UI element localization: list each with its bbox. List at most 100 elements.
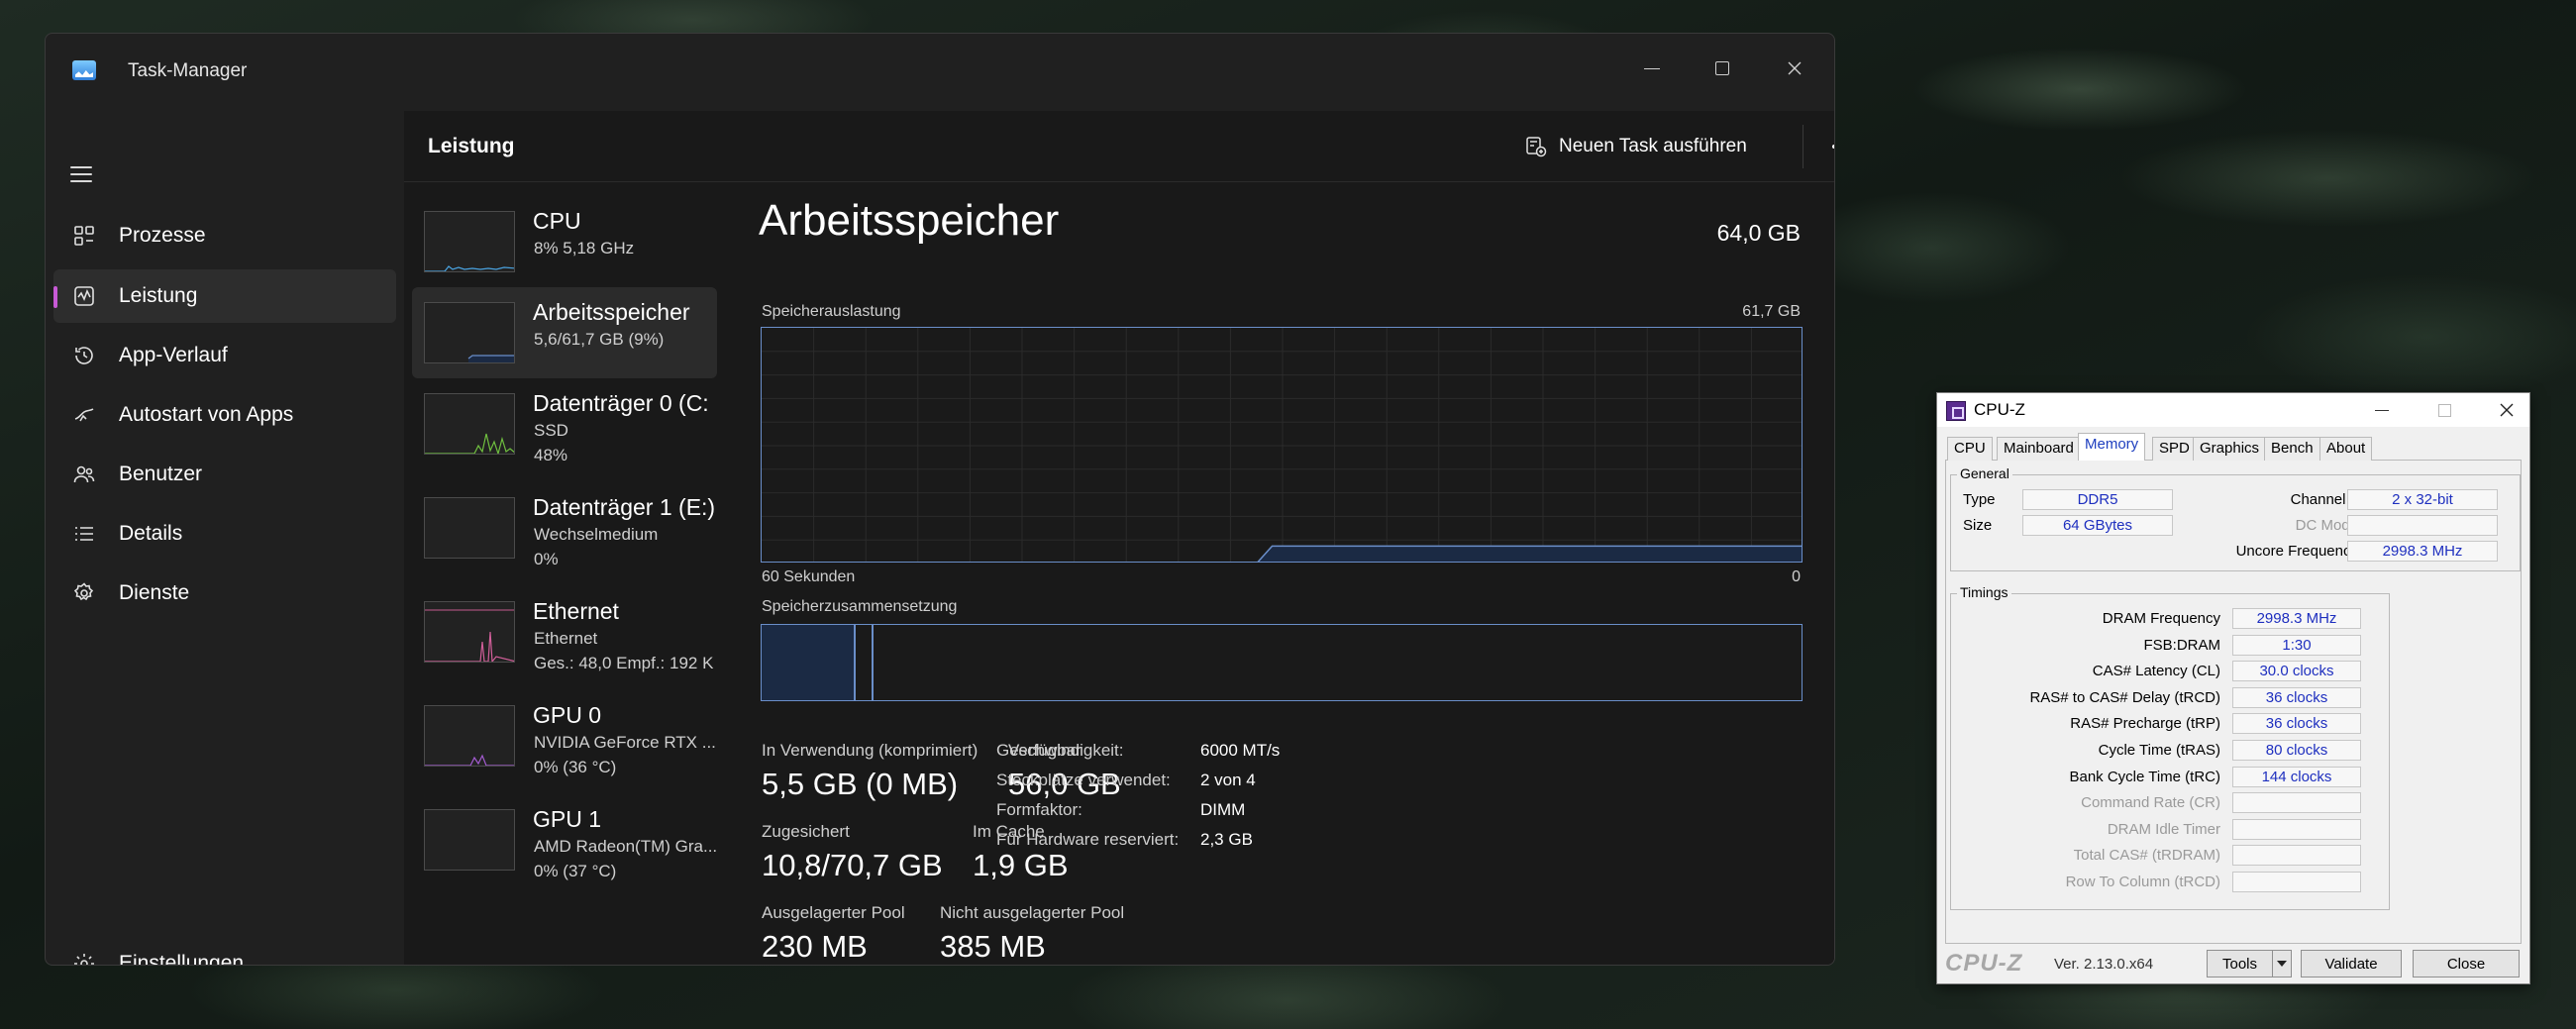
perf-item-detail: 5,6/61,7 GB (9%) [534,330,665,349]
composition-in-use [762,625,856,700]
cpuz-tab-bar: CPU Mainboard Memory SPD Graphics Bench … [1945,433,2522,462]
nav-item-dienste[interactable]: Dienste [53,566,396,620]
timing-value: 144 clocks [2232,766,2361,787]
run-new-task-button[interactable]: Neuen Task ausführen [1525,126,1747,167]
perf-item-memory[interactable]: Arbeitsspeicher 5,6/61,7 GB (9%) [412,287,717,378]
detail-title: Arbeitsspeicher [759,196,1060,245]
paged-pool-label: Ausgelagerter Pool [762,903,905,922]
nav-item-leistung[interactable]: Leistung [53,269,396,323]
in-use-label: In Verwendung (komprimiert) [762,741,979,760]
gpu-1-thumbnail-graph [424,809,515,871]
close-dialog-button[interactable]: Close [2413,950,2520,978]
run-new-task-label: Neuen Task ausführen [1559,136,1747,156]
tab-cpu[interactable]: CPU [1947,437,1993,461]
perf-item-name: GPU 1 [533,806,602,832]
maximize-icon [1715,61,1729,75]
window-title: Task-Manager [128,60,248,81]
tools-button[interactable]: Tools [2207,950,2273,978]
perf-item-name: Arbeitsspeicher [533,299,690,325]
timing-label: DRAM Frequency [2102,610,2220,627]
nav-label-app-verlauf: App-Verlauf [119,344,228,366]
spec-value: 2,3 GB [1200,830,1253,849]
spec-value: DIMM [1200,800,1246,819]
committed-value: 10,8/70,7 GB [762,848,943,882]
nav-item-einstellungen[interactable]: Einstellungen [53,937,396,966]
perf-item-name: CPU [533,208,581,234]
gear-icon [69,949,99,965]
perf-item-gpu-1[interactable]: GPU 1 AMD Radeon(TM) Gra... 0% (37 °C) [412,794,717,885]
nav-label-details: Details [119,522,183,545]
minimize-button[interactable] [1635,51,1669,85]
memory-usage-graph [761,327,1803,563]
perf-item-disk-0[interactable]: Datenträger 0 (C: SSD 48% [412,378,717,469]
tab-mainboard[interactable]: Mainboard [1997,437,2081,461]
nav-item-benutzer[interactable]: Benutzer [53,448,396,501]
services-icon [69,578,99,608]
paged-pool-value: 230 MB [762,929,868,964]
tab-bench[interactable]: Bench [2264,437,2320,461]
timings-group: Timings DRAM Frequency 2998.3 MHz FSB:DRAM… [1950,584,2390,910]
nav-item-app-verlauf[interactable]: App-Verlauf [53,329,396,382]
main-content: Leistung Neuen Task ausführen CPU 8% 5,1… [404,111,1834,965]
perf-item-name: Datenträger 0 (C: [533,390,709,416]
perf-item-detail: NVIDIA GeForce RTX ... [534,733,716,752]
cpu-thumbnail-graph [424,211,515,272]
cpuz-minimize-button[interactable] [2359,393,2405,427]
timing-label: DRAM Idle Timer [2107,820,2220,838]
minimize-icon [1644,67,1660,69]
perf-item-disk-1[interactable]: Datenträger 1 (E:) Wechselmedium 0% [412,482,717,573]
perf-item-cpu[interactable]: CPU 8% 5,18 GHz [412,196,717,287]
perf-item-detail: Wechselmedium [534,525,659,544]
perf-item-detail: 0% [534,550,559,568]
nav-label-leistung: Leistung [119,284,198,307]
run-task-icon [1526,137,1547,157]
timing-value [2232,872,2361,892]
uncore-frequency-label: Uncore Frequency [2235,543,2358,560]
cpuz-close-button[interactable] [2484,393,2529,427]
tab-graphics[interactable]: Graphics [2193,437,2267,461]
perf-item-detail: SSD [534,421,568,440]
timing-label: Command Rate (CR) [2081,794,2220,812]
memory-usage-area [1258,546,1802,562]
memory-composition-bar [761,624,1803,701]
perf-item-ethernet[interactable]: Ethernet Ethernet Ges.: 48,0 Empf.: 192 … [412,586,717,677]
tools-dropdown-button[interactable] [2272,950,2292,978]
spec-value: 2 von 4 [1200,771,1256,789]
title-bar[interactable]: Task-Manager [46,34,1834,111]
close-icon [2500,403,2514,417]
channel-value: 2 x 32-bit [2347,489,2498,510]
perf-item-detail: 48% [534,446,568,464]
committed-label: Zugesichert [762,822,850,841]
type-value: DDR5 [2022,489,2173,510]
timing-label: RAS# to CAS# Delay (tRCD) [2029,688,2220,706]
more-options-button[interactable] [1820,131,1834,162]
cpuz-maximize-button[interactable] [2421,393,2467,427]
tab-spd[interactable]: SPD [2152,437,2197,461]
cpuz-version: Ver. 2.13.0.x64 [2054,956,2154,973]
perf-item-gpu-0[interactable]: GPU 0 NVIDIA GeForce RTX ... 0% (36 °C) [412,690,717,781]
uncore-frequency-value: 2998.3 MHz [2347,541,2498,562]
cpuz-title-bar[interactable]: CPU-Z [1937,393,2529,427]
maximize-button[interactable] [1705,51,1739,85]
perf-item-name: GPU 0 [533,702,602,728]
close-icon [1788,61,1802,75]
tab-about[interactable]: About [2319,437,2373,461]
spec-label: Steckplätze verwendet: [996,771,1171,789]
timing-value [2232,818,2361,840]
nav-item-autostart[interactable]: Autostart von Apps [53,388,396,442]
nav-label-einstellungen: Einstellungen [119,952,245,966]
nav-item-details[interactable]: Details [53,507,396,561]
cpuz-window: CPU-Z CPU Mainboard Memory SPD Graphics … [1936,392,2530,984]
close-button[interactable] [1778,51,1811,85]
hamburger-menu-icon[interactable] [70,166,92,182]
content-header: Leistung Neuen Task ausführen [404,111,1834,182]
page-title: Leistung [428,135,515,157]
tab-memory[interactable]: Memory [2078,433,2146,462]
nav-item-prozesse[interactable]: Prozesse [53,209,396,262]
nonpaged-pool-value: 385 MB [940,929,1046,964]
size-label: Size [1963,517,1993,534]
chevron-down-icon [2277,961,2287,967]
timing-label: Cycle Time (tRAS) [2098,742,2220,759]
size-value: 64 GBytes [2022,515,2173,536]
validate-button[interactable]: Validate [2301,950,2402,978]
